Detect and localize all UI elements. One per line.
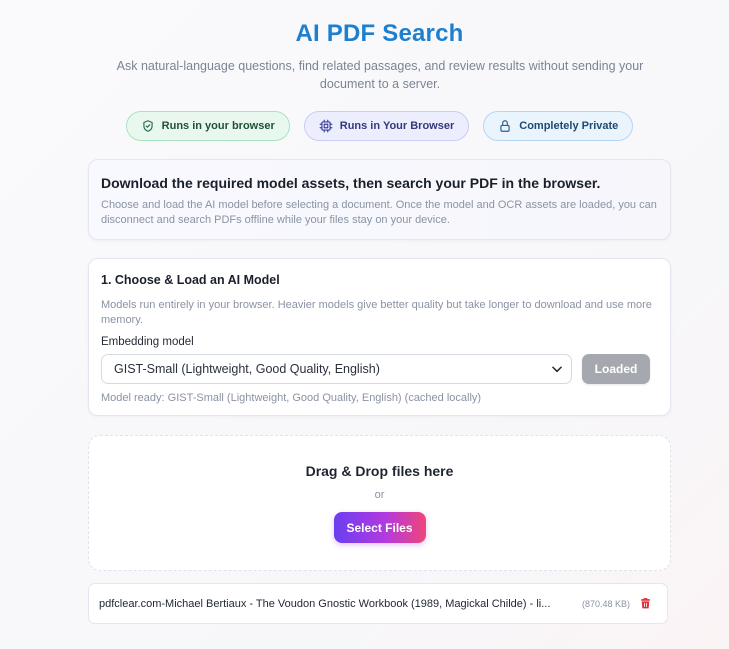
shield-check-icon bbox=[143, 120, 153, 132]
model-card-description: Models run entirely in your browser. Hea… bbox=[101, 299, 652, 326]
select-files-button[interactable]: Select Files bbox=[333, 512, 426, 543]
file-name: pdfclear.com-Michael Bertiaux - The Voud… bbox=[99, 597, 551, 610]
info-body: Choose and load the AI model before sele… bbox=[101, 199, 657, 226]
dropzone-title: Drag & Drop files here bbox=[305, 463, 454, 479]
embedding-model-select[interactable]: GIST-Small (Lightweight, Good Quality, E… bbox=[101, 354, 572, 384]
page-title: AI PDF Search bbox=[295, 20, 464, 47]
badge-label: Runs in Your Browser bbox=[339, 120, 455, 132]
embedding-model-label: Embedding model bbox=[101, 336, 194, 348]
file-list-item: pdfclear.com-Michael Bertiaux - The Voud… bbox=[88, 583, 668, 624]
info-heading: Download the required model assets, then… bbox=[101, 175, 601, 191]
badge-your-browser: Runs in Your Browser bbox=[303, 111, 470, 141]
badge-label: Completely Private bbox=[519, 120, 619, 132]
selected-model-text: GIST-Small (Lightweight, Good Quality, E… bbox=[114, 362, 380, 376]
model-status: Model ready: GIST-Small (Lightweight, Go… bbox=[101, 392, 482, 404]
info-card: Download the required model assets, then… bbox=[88, 159, 671, 240]
trash-icon[interactable] bbox=[639, 597, 652, 610]
model-card: 1. Choose & Load an AI Model Models run … bbox=[88, 258, 671, 416]
dropzone-or: or bbox=[374, 489, 385, 501]
cpu-chip-icon bbox=[319, 119, 333, 133]
lock-icon bbox=[500, 120, 510, 132]
badge-private: Completely Private bbox=[483, 111, 634, 141]
badge-label: Runs in your browser bbox=[161, 120, 275, 132]
page-subtitle: Ask natural-language questions, find rel… bbox=[116, 59, 644, 91]
file-size: (870.48 KB) bbox=[582, 598, 631, 609]
feature-badges: Runs in your browser Runs in Your Browse… bbox=[0, 111, 729, 141]
file-dropzone[interactable]: Drag & Drop files here or Select Files bbox=[88, 435, 671, 571]
chevron-down-icon bbox=[552, 366, 562, 373]
badge-browser: Runs in your browser bbox=[125, 111, 290, 141]
load-model-button[interactable]: Loaded bbox=[582, 354, 650, 384]
model-card-heading: 1. Choose & Load an AI Model bbox=[101, 273, 280, 287]
